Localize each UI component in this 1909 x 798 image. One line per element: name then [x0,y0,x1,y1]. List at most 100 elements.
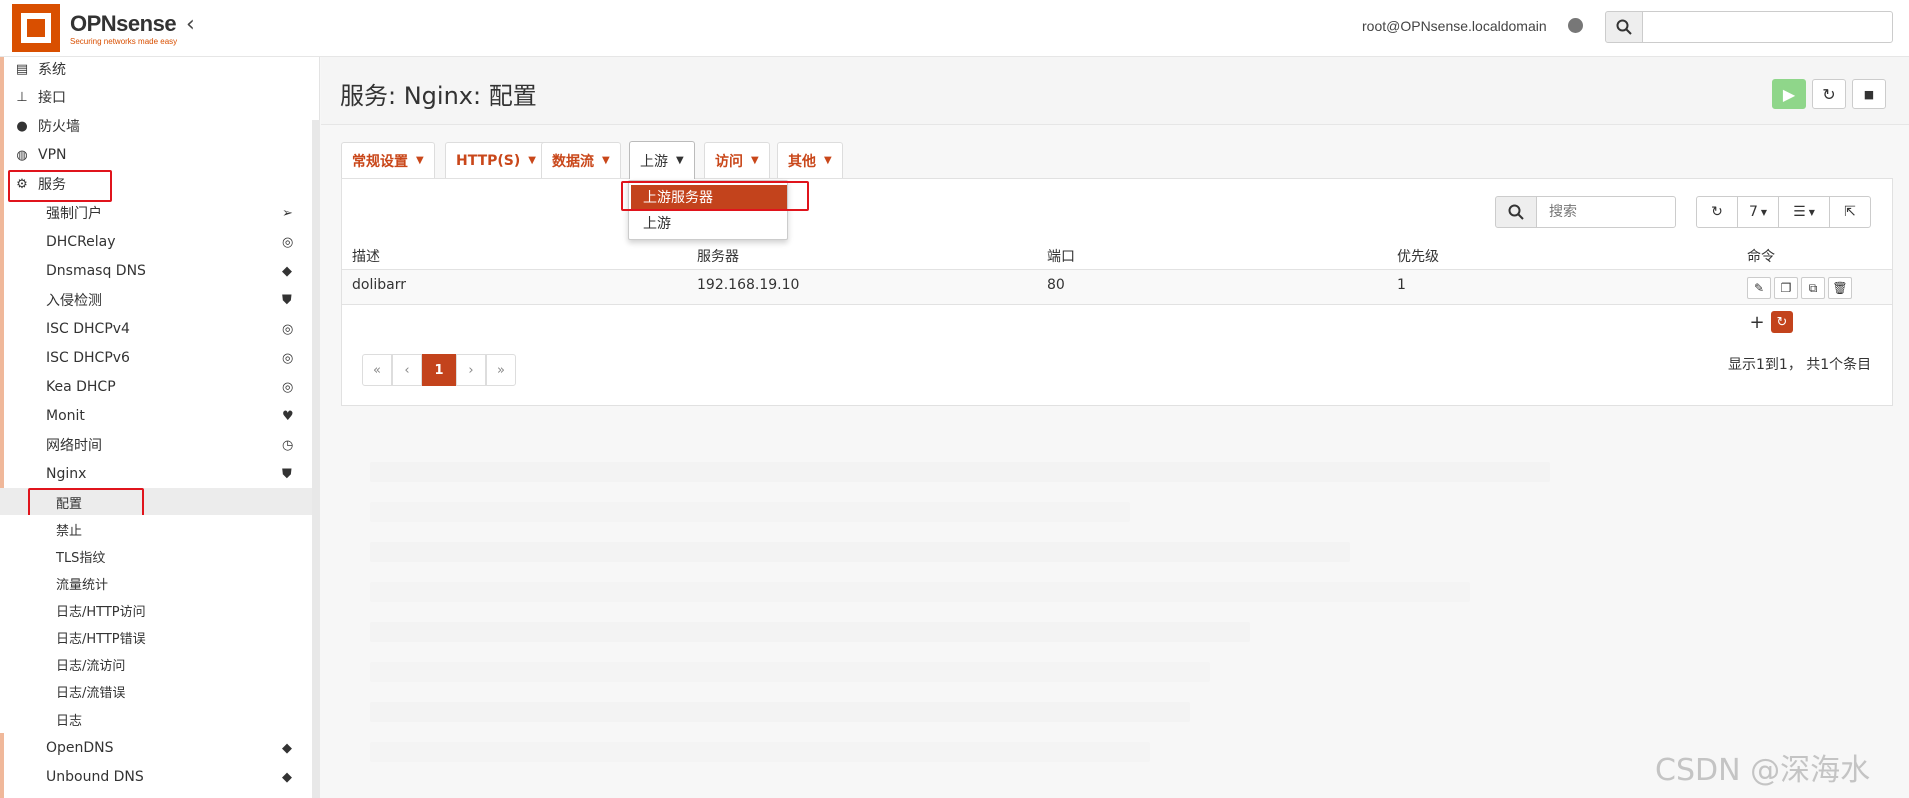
tab-label: 其他 [788,153,816,170]
sidebar-item-label: Dnsmasq DNS [46,263,146,279]
fire-icon: ● [16,118,28,134]
sidebar-item-interfaces[interactable]: ⊥ 接口 [0,83,312,111]
sidebar-item-nginx-stream-error[interactable]: 日志/流错误 [0,677,312,705]
delete-button[interactable]: 🗑 [1828,277,1852,299]
column-header-priority[interactable]: 优先级 [1397,246,1439,266]
tab-label: 数据流 [552,153,594,170]
column-header-port[interactable]: 端口 [1047,246,1075,266]
faded-background-area [370,450,1790,770]
sidebar-item-unbound-dns[interactable]: Unbound DNS ◆ [0,763,312,791]
search-icon[interactable] [1605,11,1643,43]
cell-priority: 1 [1397,277,1406,293]
menu-item-upstream[interactable]: 上游 [631,211,787,235]
sidebar-item-nginx[interactable]: Nginx ⛊ [0,460,312,488]
sidebar-item-label: 日志/HTTP错误 [56,631,146,647]
reload-button[interactable]: ↻ [1812,79,1846,109]
cell-description: dolibarr [352,277,406,293]
sidebar-item-label: 日志/HTTP访问 [56,604,146,620]
pagination-first[interactable]: « [362,354,392,386]
sidebar-item-nginx-ban[interactable]: 禁止 [0,515,312,543]
sidebar-item-isc-dhcpv4[interactable]: ISC DHCPv4 ◎ [0,315,312,343]
pagination-next[interactable]: › [456,354,486,386]
grid-refresh-button[interactable]: ↻ [1696,196,1738,228]
start-button[interactable]: ▶ [1772,79,1806,109]
pagination-prev[interactable]: ‹ [392,354,422,386]
sidebar-item-label: OpenDNS [46,740,114,756]
table-row[interactable] [342,270,1892,304]
tags-icon: ◆ [282,263,292,279]
copy-button[interactable]: ❐ [1774,277,1798,299]
global-search-input[interactable] [1642,11,1893,43]
sidebar-item-nginx-stream-access[interactable]: 日志/流访问 [0,650,312,678]
sidebar-item-kea-dhcp[interactable]: Kea DHCP ◎ [0,373,312,401]
user-label[interactable]: root@OPNsense.localdomain [1362,18,1547,34]
sidebar-item-vpn[interactable]: ◍ VPN [0,141,312,169]
column-header-server[interactable]: 服务器 [697,246,739,266]
bullseye-icon: ◎ [282,379,294,395]
tab-stream[interactable]: 数据流 ▼ [541,142,621,178]
pagination-info: 显示1到1， 共1个条目 [1728,357,1872,373]
tab-access[interactable]: 访问 ▼ [704,142,770,178]
row-divider [342,304,1892,305]
sidebar-item-captive-portal[interactable]: 强制门户 ➢ [0,199,312,227]
sidebar-item-dhcrelay[interactable]: DHCRelay ◎ [0,228,312,256]
export-button[interactable]: ⇱ [1829,196,1871,228]
sidebar-item-ntp[interactable]: 网络时间 ◷ [0,431,312,459]
sidebar-item-nginx-http-error[interactable]: 日志/HTTP错误 [0,623,312,651]
add-button[interactable]: + [1746,311,1768,333]
sidebar-item-nginx-http-access[interactable]: 日志/HTTP访问 [0,596,312,624]
share-icon: ⇱ [1844,204,1856,220]
sidebar-item-label: Nginx [46,466,87,482]
edit-button[interactable]: ✎ [1747,277,1771,299]
pencil-icon: ✎ [1753,281,1765,295]
rows-per-page-select[interactable]: 7 ▼ [1737,196,1779,228]
tab-other[interactable]: 其他 ▼ [777,142,843,178]
sidebar-item-monit[interactable]: Monit ♥ [0,402,312,430]
sidebar-item-nginx-tls[interactable]: TLS指纹 [0,542,312,570]
apply-button[interactable]: ↻ [1771,311,1793,333]
bullseye-icon: ◎ [282,234,294,250]
sidebar-item-firewall[interactable]: ● 防火墙 [0,112,312,140]
tab-upstream[interactable]: 上游 ▼ [629,141,695,179]
pagination-last[interactable]: » [486,354,516,386]
caret-down-icon: ▼ [528,155,536,166]
refresh-icon: ↻ [1776,314,1788,330]
sidebar-item-ids[interactable]: 入侵检测 ⛊ [0,286,312,314]
sidebar-item-nginx-traffic[interactable]: 流量统计 [0,569,312,597]
tab-https[interactable]: HTTP(S) ▼ [445,142,547,178]
opnsense-logo[interactable]: OPNsense Securing networks made easy [12,4,180,52]
sidebar-item-isc-dhcpv6[interactable]: ISC DHCPv6 ◎ [0,344,312,372]
sidebar-item-label: 日志 [56,713,83,729]
clone-button[interactable]: ⧉ [1801,277,1825,299]
column-select-button[interactable]: ☰ ▼ [1778,196,1830,228]
grid-search-input[interactable] [1536,196,1676,228]
highlight-box-services [8,170,112,202]
sidebar-item-label: VPN [38,147,67,163]
stop-button[interactable]: ■ [1852,79,1886,109]
tab-label: HTTP(S) [456,152,521,169]
tab-label: 常规设置 [352,153,408,170]
list-icon: ☰ [1793,204,1806,220]
caret-down-icon: ▼ [824,155,832,166]
tab-general[interactable]: 常规设置 ▼ [341,142,435,178]
sidebar-item-nginx-log[interactable]: 日志 [0,705,312,733]
sidebar-item-label: TLS指纹 [56,550,106,566]
search-icon[interactable] [1495,196,1537,228]
sidebar-scrollbar[interactable] [312,120,320,798]
sidebar-item-label: ISC DHCPv6 [46,350,130,366]
chevron-left-icon[interactable]: ‹ [186,14,195,36]
cell-port: 80 [1047,277,1065,293]
sidebar-item-dnsmasq[interactable]: Dnsmasq DNS ◆ [0,257,312,285]
pagination-current[interactable]: 1 [422,354,456,386]
column-header-description[interactable]: 描述 [352,246,380,266]
sidebar-item-label: 流量统计 [56,577,109,593]
tags-icon: ◆ [282,740,292,756]
sidebar-item-system[interactable]: ▤ 系统 [0,55,312,83]
refresh-icon: ↻ [1711,204,1723,220]
bullseye-icon: ◎ [282,350,294,366]
heartbeat-icon: ♥ [282,408,294,424]
sidebar-item-label: 系统 [38,62,66,78]
sidebar-item-opendns[interactable]: OpenDNS ◆ [0,734,312,762]
sitemap-icon: ⊥ [16,89,28,105]
globe-icon: ◍ [16,147,28,163]
